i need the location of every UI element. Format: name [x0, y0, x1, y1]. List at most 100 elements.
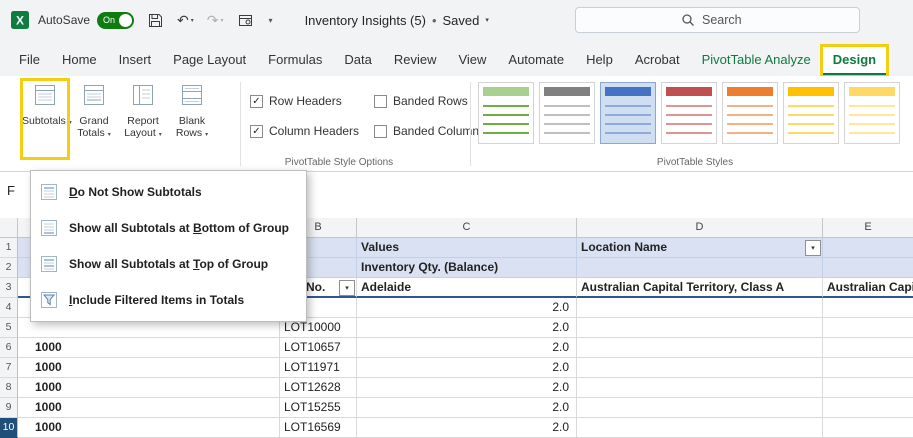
cell-a10[interactable]: 1000	[18, 418, 280, 438]
cell-d8[interactable]	[577, 378, 823, 398]
pivot-style-thumbnail[interactable]	[478, 82, 534, 144]
row-header-4[interactable]: 4	[0, 298, 18, 318]
checkbox-banded-rows[interactable]: Banded Rows	[374, 86, 485, 116]
cell-b7[interactable]: LOT11971	[280, 358, 357, 378]
cell-a9[interactable]: 1000	[18, 398, 280, 418]
menu-item-subtotals-bottom[interactable]: Show all Subtotals at Bottom of Group	[31, 210, 306, 246]
cell-d5[interactable]	[577, 318, 823, 338]
cell-b8[interactable]: LOT12628	[280, 378, 357, 398]
cell-a7[interactable]: 1000	[18, 358, 280, 378]
cell-c5[interactable]: 2.0	[357, 318, 577, 338]
cell-d2[interactable]	[577, 258, 823, 278]
pivot-style-thumbnail[interactable]	[600, 82, 656, 144]
search-input[interactable]	[702, 13, 754, 27]
cell-e7[interactable]	[823, 358, 913, 378]
cell-a6[interactable]: 1000	[18, 338, 280, 358]
name-box[interactable]: F	[7, 183, 15, 198]
cell-b6[interactable]: LOT10657	[280, 338, 357, 358]
row-header-10[interactable]: 10	[0, 418, 18, 438]
cell-d4[interactable]	[577, 298, 823, 318]
row-header-3[interactable]: 3	[0, 278, 18, 298]
blank-rows-button[interactable]: Blank Rows▾	[169, 80, 215, 158]
cell-d6[interactable]	[577, 338, 823, 358]
cell-c3[interactable]: Adelaide	[357, 278, 577, 298]
menu-item-subtotals-top[interactable]: Show all Subtotals at Top of Group	[31, 246, 306, 282]
select-all-corner[interactable]	[0, 218, 18, 238]
pivot-style-thumbnail[interactable]	[722, 82, 778, 144]
row-header-8[interactable]: 8	[0, 378, 18, 398]
cell-d9[interactable]	[577, 398, 823, 418]
row-header-2[interactable]: 2	[0, 258, 18, 278]
grand-totals-button[interactable]: Grand Totals▾	[71, 80, 117, 158]
cell-b10[interactable]: LOT16569	[280, 418, 357, 438]
redo-icon[interactable]: ↷▾	[207, 12, 224, 29]
row-header-5[interactable]: 5	[0, 318, 18, 338]
tab-automate[interactable]: Automate	[497, 46, 575, 76]
search-box[interactable]	[575, 7, 860, 33]
lot-no-filter-button[interactable]: ▾	[339, 280, 355, 296]
cell-e9[interactable]	[823, 398, 913, 418]
cell-c10[interactable]: 2.0	[357, 418, 577, 438]
cell-e5[interactable]	[823, 318, 913, 338]
autosave-toggle[interactable]: On	[97, 12, 134, 29]
subtotals-button[interactable]: Subtotals▾	[22, 80, 68, 158]
cell-e3[interactable]: Australian Capit	[823, 278, 913, 298]
cell-d10[interactable]	[577, 418, 823, 438]
cell-c4[interactable]: 2.0	[357, 298, 577, 318]
menu-item-include-filtered-items[interactable]: Include Filtered Items in Totals	[31, 282, 306, 318]
tab-help[interactable]: Help	[575, 46, 624, 76]
cell-b9[interactable]: LOT15255	[280, 398, 357, 418]
save-icon[interactable]	[147, 12, 164, 29]
qat-customize-chevron-icon[interactable]: ▾	[267, 16, 273, 25]
tab-home[interactable]: Home	[51, 46, 108, 76]
row-header-6[interactable]: 6	[0, 338, 18, 358]
cell-c9[interactable]: 2.0	[357, 398, 577, 418]
document-title[interactable]: Inventory Insights (5) • Saved ▾	[305, 13, 489, 28]
pivot-style-thumbnail[interactable]	[783, 82, 839, 144]
pivot-style-thumbnail[interactable]	[539, 82, 595, 144]
tab-file[interactable]: File	[8, 46, 51, 76]
menu-item-do-not-show-subtotals[interactable]: Do Not Show Subtotals	[31, 174, 306, 210]
column-header-e[interactable]: E	[823, 218, 913, 238]
cell-d3[interactable]: Australian Capital Territory, Class A	[577, 278, 823, 298]
menu-item-label: Show all Subtotals at Bottom of Group	[69, 221, 289, 235]
cell-e8[interactable]	[823, 378, 913, 398]
cell-e1[interactable]	[823, 238, 913, 258]
pivot-style-thumbnail[interactable]	[844, 82, 900, 144]
column-header-d[interactable]: D	[577, 218, 823, 238]
tab-review[interactable]: Review	[383, 46, 448, 76]
undo-icon[interactable]: ↶▾	[177, 12, 194, 29]
cell-e10[interactable]	[823, 418, 913, 438]
cell-c2[interactable]: Inventory Qty. (Balance)	[357, 258, 577, 278]
checkbox-row-headers[interactable]: Row Headers	[250, 86, 366, 116]
tab-page-layout[interactable]: Page Layout	[162, 46, 257, 76]
report-layout-button[interactable]: Report Layout▾	[120, 80, 166, 158]
checkbox-banded-columns[interactable]: Banded Columns	[374, 116, 485, 146]
tab-acrobat[interactable]: Acrobat	[624, 46, 691, 76]
cell-e4[interactable]	[823, 298, 913, 318]
tab-insert[interactable]: Insert	[108, 46, 163, 76]
row-header-1[interactable]: 1	[0, 238, 18, 258]
grand-totals-icon	[81, 83, 107, 112]
window-icon[interactable]	[237, 12, 254, 29]
cell-d1[interactable]: Location Name	[577, 238, 823, 258]
tab-data[interactable]: Data	[333, 46, 382, 76]
pivot-style-thumbnail[interactable]	[661, 82, 717, 144]
cell-a8[interactable]: 1000	[18, 378, 280, 398]
cell-c8[interactable]: 2.0	[357, 378, 577, 398]
cell-c7[interactable]: 2.0	[357, 358, 577, 378]
cell-c6[interactable]: 2.0	[357, 338, 577, 358]
checkbox-column-headers[interactable]: Column Headers	[250, 116, 366, 146]
tab-design[interactable]: Design	[822, 46, 887, 76]
row-header-9[interactable]: 9	[0, 398, 18, 418]
tab-pivottable-analyze[interactable]: PivotTable Analyze	[691, 46, 822, 76]
tab-formulas[interactable]: Formulas	[257, 46, 333, 76]
location-name-filter-button[interactable]: ▾	[805, 240, 821, 256]
cell-d7[interactable]	[577, 358, 823, 378]
row-header-7[interactable]: 7	[0, 358, 18, 378]
cell-e2[interactable]	[823, 258, 913, 278]
cell-e6[interactable]	[823, 338, 913, 358]
column-header-c[interactable]: C	[357, 218, 577, 238]
tab-view[interactable]: View	[447, 46, 497, 76]
cell-c1[interactable]: Values	[357, 238, 577, 258]
